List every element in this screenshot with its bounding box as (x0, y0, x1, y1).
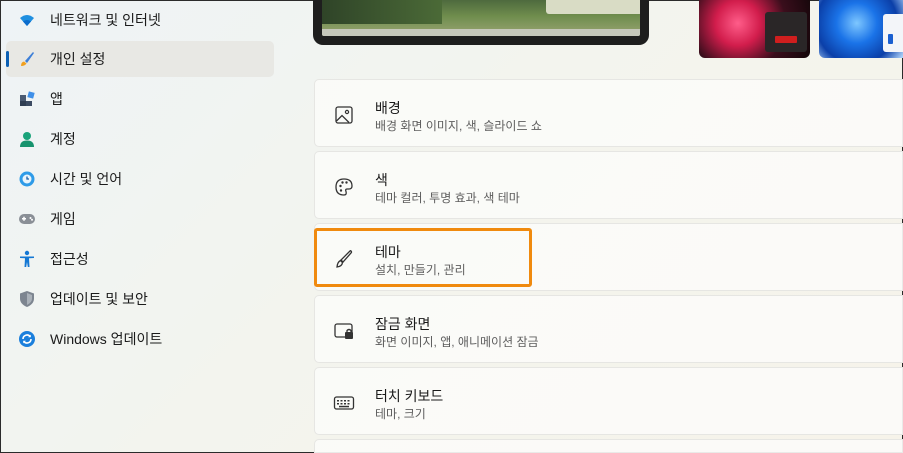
sidebar-item-network[interactable]: 네트워크 및 인터넷 (6, 2, 274, 38)
card-description: 화면 이미지, 앱, 애니메이션 잠금 (375, 335, 539, 349)
wifi-icon (18, 11, 36, 29)
thumbnail-accent (888, 34, 893, 44)
theme-thumbnail-bloom-dark[interactable] (699, 0, 810, 58)
gamepad-icon (18, 210, 36, 228)
keyboard-icon (333, 392, 355, 414)
highlight-box (314, 228, 532, 287)
sidebar-item-label: Windows 업데이트 (50, 331, 163, 347)
accessibility-icon (18, 250, 36, 268)
thumbnail-accent (775, 36, 797, 43)
sidebar-item-label: 게임 (50, 211, 76, 227)
sync-icon (18, 330, 36, 348)
sidebar-item-gaming[interactable]: 게임 (6, 201, 274, 237)
thumbnail-window (765, 12, 807, 52)
theme-preview (313, 0, 649, 45)
preview-image (322, 0, 640, 36)
card-title: 색 (375, 172, 388, 188)
sidebar-item-label: 개인 설정 (50, 51, 106, 67)
globe-clock-icon (18, 170, 36, 188)
sidebar-item-label: 네트워크 및 인터넷 (50, 12, 161, 28)
card-title: 터치 키보드 (375, 388, 444, 404)
card-title: 잠금 화면 (375, 316, 431, 332)
sidebar-item-accessibility[interactable]: 접근성 (6, 241, 274, 277)
palette-icon (333, 176, 355, 198)
setting-card-touch-keyboard[interactable]: 터치 키보드 테마, 크기 (314, 367, 903, 435)
sidebar-item-apps[interactable]: 앱 (6, 81, 274, 117)
card-title: 배경 (375, 100, 401, 116)
brush-icon (18, 50, 36, 68)
preview-window (546, 0, 640, 14)
sidebar-nav: 네트워크 및 인터넷 개인 설정 앱 계정 시간 및 언어 게임 접근성 업데이… (0, 0, 290, 453)
sidebar-item-update-security[interactable]: 업데이트 및 보안 (6, 281, 274, 317)
setting-card-partial[interactable] (314, 439, 903, 453)
selection-indicator (6, 51, 9, 67)
lock-screen-icon (333, 320, 355, 342)
person-icon (18, 130, 36, 148)
sidebar-item-label: 앱 (50, 91, 63, 107)
card-description: 테마, 크기 (375, 407, 426, 421)
sidebar-item-label: 업데이트 및 보안 (50, 291, 148, 307)
sidebar-item-label: 시간 및 언어 (50, 171, 123, 187)
sidebar-item-accounts[interactable]: 계정 (6, 121, 274, 157)
sidebar-item-label: 계정 (50, 131, 76, 147)
picture-icon (333, 104, 355, 126)
sidebar-item-personalization[interactable]: 개인 설정 (6, 41, 274, 77)
theme-thumbnail-bloom-light[interactable] (819, 0, 903, 58)
card-description: 배경 화면 이미지, 색, 슬라이드 쇼 (375, 119, 542, 133)
thumbnail-window (883, 14, 903, 52)
sidebar-item-time-language[interactable]: 시간 및 언어 (6, 161, 274, 197)
sidebar-item-windows-update[interactable]: Windows 업데이트 (6, 321, 274, 357)
setting-card-lock-screen[interactable]: 잠금 화면 화면 이미지, 앱, 애니메이션 잠금 (314, 295, 903, 363)
apps-icon (18, 90, 36, 108)
preview-taskbar (322, 29, 640, 36)
setting-card-colors[interactable]: 색 테마 컬러, 투명 효과, 색 테마 (314, 151, 903, 219)
card-description: 테마 컬러, 투명 효과, 색 테마 (375, 191, 520, 205)
shield-icon (18, 290, 36, 308)
preview-trees (322, 0, 442, 24)
setting-card-background[interactable]: 배경 배경 화면 이미지, 색, 슬라이드 쇼 (314, 79, 903, 147)
sidebar-item-label: 접근성 (50, 251, 89, 267)
